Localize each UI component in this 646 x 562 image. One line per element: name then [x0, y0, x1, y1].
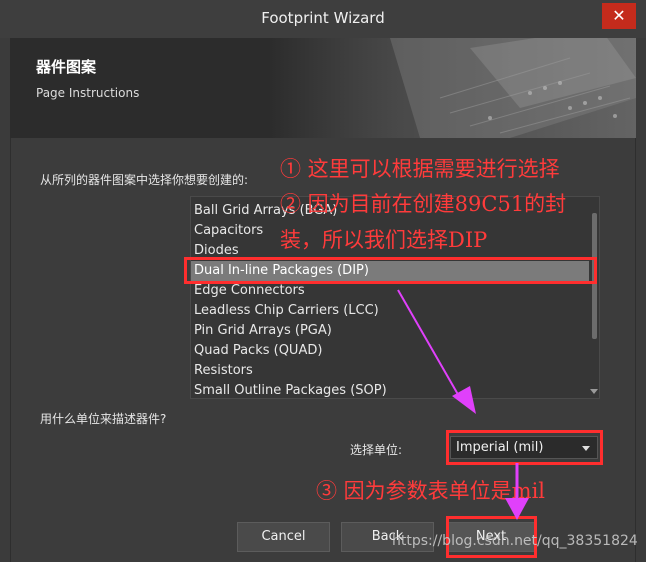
units-dropdown-value: Imperial (mil) [456, 440, 544, 455]
scrollbar-thumb[interactable] [592, 213, 597, 339]
page-subtitle: Page Instructions [36, 86, 140, 100]
list-item-sop[interactable]: Small Outline Packages (SOP) [191, 381, 589, 398]
list-item-quad[interactable]: Quad Packs (QUAD) [191, 341, 589, 361]
chevron-down-icon [582, 446, 590, 451]
csdn-watermark: https://blog.csdn.net/qq_38351824 [392, 533, 638, 549]
cancel-button[interactable]: Cancel [237, 522, 330, 552]
instruction-label: 从所列的器件图案中选择你想要创建的: [40, 173, 249, 187]
annotation-2-line2: 装，所以我们选择DIP [280, 228, 488, 252]
units-select-label: 选择单位: [350, 443, 403, 457]
annotation-1: ① 这里可以根据需要进行选择 [280, 157, 560, 181]
list-item-edge-connectors[interactable]: Edge Connectors [191, 281, 589, 301]
annotation-3: ③ 因为参数表单位是mil [316, 479, 546, 503]
list-item-pga[interactable]: Pin Grid Arrays (PGA) [191, 321, 589, 341]
page-title: 器件图案 [36, 58, 97, 76]
list-item-resistors[interactable]: Resistors [191, 361, 589, 381]
list-scrollbar[interactable] [589, 197, 599, 398]
title-bar: Footprint Wizard ✕ [0, 0, 646, 38]
list-item-dip[interactable]: Dual In-line Packages (DIP) [191, 261, 589, 281]
list-item-lcc[interactable]: Leadless Chip Carriers (LCC) [191, 301, 589, 321]
pcb-header-art [270, 38, 636, 138]
units-dropdown[interactable]: Imperial (mil) [450, 436, 598, 459]
units-question: 用什么单位来描述器件? [40, 412, 167, 426]
scroll-down-arrow-icon[interactable] [590, 389, 598, 394]
annotation-2-line1: ② 因为目前在创建89C51的封 [280, 192, 567, 216]
close-icon[interactable]: ✕ [602, 3, 636, 29]
wizard-header: 器件图案 Page Instructions [10, 38, 636, 138]
window-title: Footprint Wizard [261, 9, 385, 27]
